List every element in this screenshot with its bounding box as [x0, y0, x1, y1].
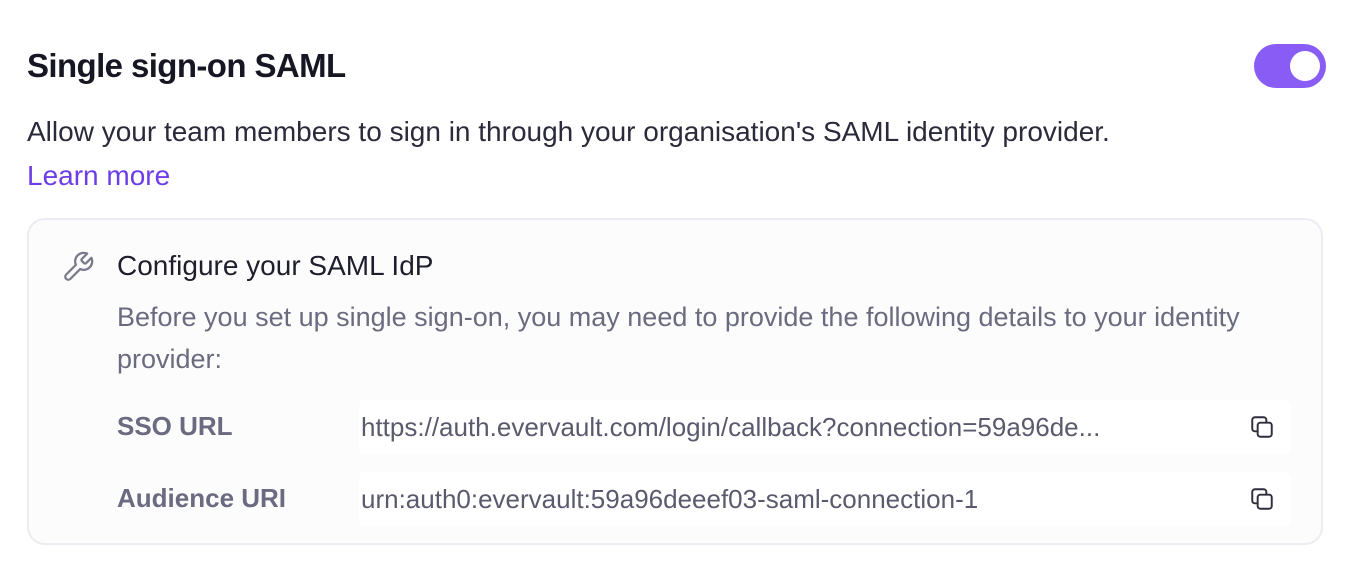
saml-settings-section: Single sign-on SAML Allow your team memb…	[0, 0, 1354, 564]
card-title: Configure your SAML IdP	[117, 250, 434, 281]
sso-url-field: https://auth.evervault.com/login/callbac…	[359, 400, 1291, 454]
audience-uri-label: Audience URI	[117, 483, 287, 513]
card-description: Before you set up single sign-on, you ma…	[117, 302, 1240, 374]
section-description: Allow your team members to sign in throu…	[27, 116, 1110, 147]
sso-url-value: https://auth.evervault.com/login/callbac…	[361, 412, 1101, 442]
learn-more-link[interactable]: Learn more	[27, 154, 170, 198]
saml-toggle[interactable]	[1254, 44, 1326, 88]
audience-uri-field: urn:auth0:evervault:59a96deeef03-saml-co…	[359, 472, 1291, 526]
copy-icon[interactable]	[1249, 486, 1275, 512]
toggle-knob	[1290, 51, 1320, 81]
section-title: Single sign-on SAML	[27, 47, 346, 84]
copy-icon[interactable]	[1249, 414, 1275, 440]
sso-url-label: SSO URL	[117, 411, 233, 441]
configure-idp-card: Configure your SAML IdP Before you set u…	[27, 218, 1323, 545]
audience-uri-value: urn:auth0:evervault:59a96deeef03-saml-co…	[361, 484, 979, 514]
wrench-icon	[64, 251, 94, 281]
